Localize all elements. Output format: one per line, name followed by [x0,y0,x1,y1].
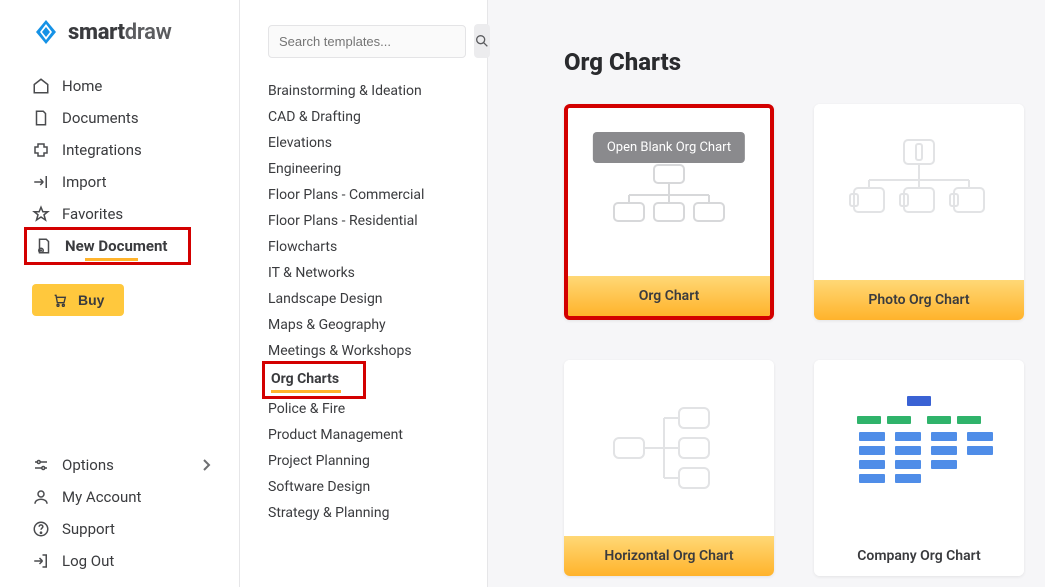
card-label: Company Org Chart [814,536,1024,576]
nav-support[interactable]: Support [0,513,239,545]
search-input[interactable] [268,25,466,58]
sidebar: smartdraw Home Documents Integrations Im… [0,0,240,587]
logout-icon [32,552,50,570]
category-item[interactable]: Flowcharts [268,234,487,260]
nav-log-out[interactable]: Log Out [0,545,239,577]
card-label: Horizontal Org Chart [564,536,774,576]
nav-new-document-highlight: New Document [24,227,191,265]
category-item[interactable]: Product Management [268,422,487,448]
card-company-org-chart[interactable]: Company Org Chart [814,360,1024,576]
document-icon [32,109,50,127]
new-document-icon [35,237,53,255]
category-item[interactable]: Police & Fire [268,396,487,422]
nav-integrations[interactable]: Integrations [0,134,239,166]
chevron-right-icon [201,458,211,472]
category-item[interactable]: CAD & Drafting [268,104,487,130]
horizontal-org-chart-icon [599,388,739,508]
company-org-chart-icon [839,388,999,508]
page-title: Org Charts [564,48,1045,76]
nav-top: Home Documents Integrations Import Favor… [0,70,239,268]
nav-bottom: Options My Account Support Log Out [0,449,239,587]
category-item[interactable]: Floor Plans - Commercial [268,182,487,208]
category-item[interactable]: Org Charts [271,366,339,392]
card-org-chart[interactable]: Open Blank Org Chart Org Chart [564,104,774,320]
category-item[interactable]: Maps & Geography [268,312,487,338]
category-item[interactable]: Software Design [268,474,487,500]
category-item[interactable]: Engineering [268,156,487,182]
star-icon [32,205,50,223]
logo-icon [32,18,60,46]
card-horizontal-org-chart[interactable]: Horizontal Org Chart [564,360,774,576]
category-item[interactable]: Strategy & Planning [268,500,487,526]
buy-button[interactable]: Buy [32,284,124,316]
nav-my-account[interactable]: My Account [0,481,239,513]
category-item-highlight: Org Charts [262,361,366,399]
nav-new-document[interactable]: New Document [27,230,188,262]
card-label: Org Chart [568,276,770,316]
card-label: Photo Org Chart [814,280,1024,320]
photo-org-chart-icon [844,132,994,252]
category-item[interactable]: Elevations [268,130,487,156]
user-icon [32,488,50,506]
puzzle-icon [32,141,50,159]
category-list: Brainstorming & IdeationCAD & DraftingEl… [240,58,487,526]
template-cards: Open Blank Org Chart Org Chart [564,104,1045,576]
open-blank-button[interactable]: Open Blank Org Chart [593,132,745,163]
template-categories-panel: Brainstorming & IdeationCAD & DraftingEl… [240,0,488,587]
category-item[interactable]: Floor Plans - Residential [268,208,487,234]
help-icon [32,520,50,538]
category-item[interactable]: Landscape Design [268,286,487,312]
card-photo-org-chart[interactable]: Photo Org Chart [814,104,1024,320]
import-icon [32,173,50,191]
category-item[interactable]: IT & Networks [268,260,487,286]
cart-icon [52,292,68,308]
sliders-icon [32,456,50,474]
logo: smartdraw [0,0,239,70]
category-item[interactable]: Project Planning [268,448,487,474]
category-item[interactable]: Brainstorming & Ideation [268,78,487,104]
nav-documents[interactable]: Documents [0,102,239,134]
main-content: Org Charts Open Blank Org Chart Org Char… [488,0,1045,587]
nav-options[interactable]: Options [0,449,239,481]
nav-import[interactable]: Import [0,166,239,198]
nav-home[interactable]: Home [0,70,239,102]
nav-favorites[interactable]: Favorites [0,198,239,230]
home-icon [32,77,50,95]
